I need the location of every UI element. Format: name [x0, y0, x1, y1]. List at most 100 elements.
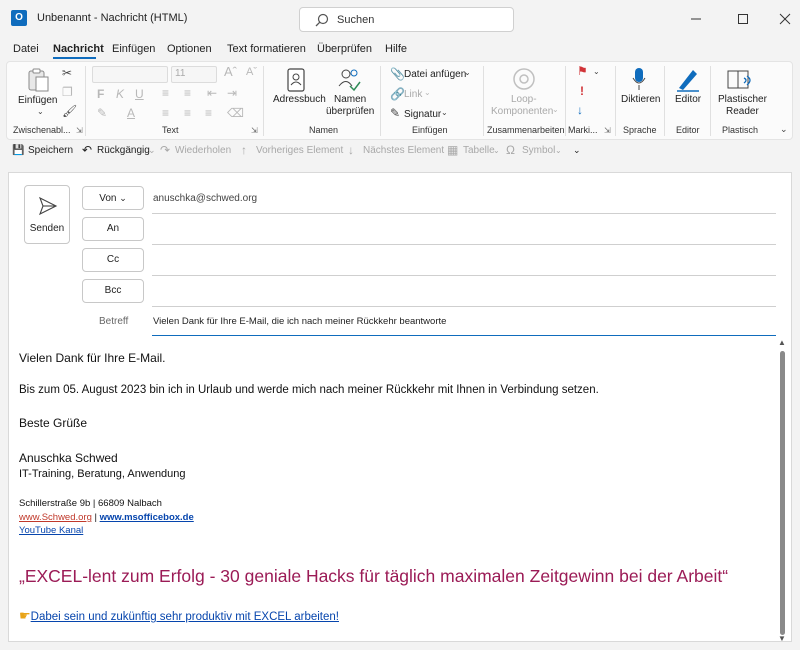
editor-button[interactable]: Editor [675, 94, 701, 106]
attach-dropdown-chevron-icon[interactable]: ⌄ [464, 68, 471, 77]
address-book-icon[interactable] [286, 67, 306, 93]
bcc-field[interactable] [152, 306, 776, 307]
previous-item-icon[interactable]: ↑ [241, 143, 247, 157]
link-button[interactable]: Link [404, 89, 422, 101]
from-button[interactable]: Von ⌄ [82, 186, 144, 210]
to-field[interactable] [152, 244, 776, 245]
promo-link[interactable]: Dabei sein und zukünftig sehr produktiv … [31, 611, 339, 623]
tab-nachricht[interactable]: Nachricht [53, 43, 104, 55]
redo-button[interactable]: Wiederholen [175, 145, 231, 156]
close-icon[interactable] [775, 9, 795, 29]
loop-label-2[interactable]: Komponenten [491, 106, 553, 118]
save-icon[interactable]: 💾 [12, 145, 24, 156]
shrink-font-icon[interactable]: Aˇ [246, 66, 257, 78]
bcc-button[interactable]: Bcc [82, 279, 144, 303]
table-icon[interactable]: ▦ [447, 143, 458, 157]
attach-file-button[interactable]: Datei anfügen [404, 69, 466, 81]
search-input[interactable]: Suchen [299, 7, 514, 32]
msofficebox-link[interactable]: www.msofficebox.de [100, 512, 194, 523]
signature-icon[interactable]: ✎ [390, 106, 400, 120]
underline-icon[interactable]: U [135, 87, 144, 101]
paste-dropdown-chevron-icon[interactable]: ⌄ [37, 107, 44, 116]
check-names-label-2[interactable]: überprüfen [326, 106, 374, 118]
body-line-vacation[interactable]: Bis zum 05. August 2023 bin ich in Urlau… [19, 384, 599, 396]
format-painter-icon[interactable]: 🖌 [62, 104, 77, 118]
minimize-icon[interactable] [686, 9, 706, 29]
previous-item-button[interactable]: Vorheriges Element [256, 145, 343, 156]
scroll-down-icon[interactable]: ▼ [778, 634, 786, 643]
immersive-reader-label-2[interactable]: Reader [726, 106, 759, 118]
numbering-icon[interactable]: ≡ [184, 86, 191, 100]
grow-font-icon[interactable]: Aˆ [224, 64, 237, 79]
decrease-indent-icon[interactable]: ⇤ [207, 86, 217, 100]
font-name-dropdown[interactable] [92, 66, 168, 83]
text-launcher-icon[interactable]: ⇲ [251, 126, 258, 135]
microphone-icon[interactable] [631, 66, 647, 92]
cut-icon[interactable]: ✂ [62, 66, 72, 80]
clipboard-launcher-icon[interactable]: ⇲ [76, 126, 83, 135]
flag-icon[interactable]: ⚑ [577, 64, 588, 78]
youtube-link[interactable]: YouTube Kanal [19, 525, 83, 536]
align-center-icon[interactable]: ≡ [184, 106, 191, 120]
to-button[interactable]: An [82, 217, 144, 241]
link-dropdown-chevron-icon[interactable]: ⌄ [424, 88, 431, 97]
clear-formatting-icon[interactable]: ⌫ [227, 106, 244, 120]
tab-optionen[interactable]: Optionen [167, 43, 212, 55]
bullets-icon[interactable]: ≡ [162, 86, 169, 100]
paperclip-icon[interactable]: 📎 [390, 67, 405, 81]
copy-icon[interactable]: ❐ [62, 85, 73, 99]
address-book-button[interactable]: Adressbuch [273, 94, 326, 106]
immersive-reader-icon[interactable] [726, 66, 754, 92]
website-link[interactable]: www.Schwed.org [19, 512, 92, 523]
maximize-icon[interactable] [733, 9, 753, 29]
tab-ueberpruefen[interactable]: Überprüfen [317, 43, 372, 55]
signature-tagline[interactable]: IT-Training, Beratung, Anwendung [19, 468, 186, 480]
tab-einfuegen[interactable]: Einfügen [112, 43, 155, 55]
next-item-icon[interactable]: ↓ [348, 143, 354, 157]
loop-icon[interactable] [512, 66, 536, 92]
symbol-dropdown-chevron-icon[interactable]: ⌄ [555, 146, 562, 155]
symbol-icon[interactable]: Ω [506, 143, 515, 157]
loop-dropdown-chevron-icon[interactable]: ⌄ [552, 105, 559, 114]
high-importance-icon[interactable]: ! [580, 84, 584, 98]
link-icon[interactable]: 🔗 [390, 87, 405, 101]
increase-indent-icon[interactable]: ⇥ [227, 86, 237, 100]
align-left-icon[interactable]: ≡ [162, 106, 169, 120]
next-item-button[interactable]: Nächstes Element [363, 145, 444, 156]
paste-button[interactable]: Einfügen [18, 95, 57, 107]
send-button[interactable]: Senden [24, 185, 70, 244]
mark-launcher-icon[interactable]: ⇲ [604, 126, 611, 135]
signature-address[interactable]: Schillerstraße 9b | 66809 Nalbach [19, 498, 162, 509]
signature-button[interactable]: Signatur [404, 109, 441, 121]
font-color-icon[interactable]: A [127, 106, 135, 120]
undo-dropdown-chevron-icon[interactable]: ⌄ [148, 145, 156, 156]
highlight-icon[interactable]: ✎ [97, 106, 107, 120]
flag-dropdown-chevron-icon[interactable]: ⌄ [593, 67, 600, 76]
undo-button[interactable]: Rückgängig [97, 145, 150, 156]
redo-icon[interactable]: ↷ [160, 143, 170, 157]
save-button[interactable]: Speichern [28, 145, 73, 156]
immersive-reader-label-1[interactable]: Plastischer [718, 94, 767, 106]
signature-name[interactable]: Anuschka Schwed [19, 451, 118, 465]
promo-headline[interactable]: „EXCEL-lent zum Erfolg - 30 geniale Hack… [19, 566, 728, 587]
tab-text-formatieren[interactable]: Text formatieren [227, 43, 306, 55]
cc-field[interactable] [152, 275, 776, 276]
symbol-button[interactable]: Symbol [522, 145, 555, 156]
collapse-ribbon-chevron-icon[interactable]: ⌄ [780, 124, 788, 135]
dictate-button[interactable]: Diktieren [621, 94, 660, 106]
subject-field[interactable]: Vielen Dank für Ihre E-Mail, die ich nac… [153, 316, 446, 327]
cc-button[interactable]: Cc [82, 248, 144, 272]
italic-icon[interactable]: K [116, 87, 124, 101]
bold-icon[interactable]: F [97, 87, 104, 101]
signature-dropdown-chevron-icon[interactable]: ⌄ [441, 108, 448, 117]
body-line-thanks[interactable]: Vielen Dank für Ihre E-Mail. [19, 351, 166, 365]
customize-qat-chevron-icon[interactable]: ⌄ [573, 145, 581, 156]
body-greeting[interactable]: Beste Grüße [19, 416, 87, 430]
paste-icon[interactable] [26, 67, 50, 93]
table-button[interactable]: Tabelle [463, 145, 495, 156]
check-names-icon[interactable] [337, 66, 361, 92]
scroll-up-icon[interactable]: ▲ [778, 338, 786, 347]
loop-label-1[interactable]: Loop- [511, 94, 537, 106]
table-dropdown-chevron-icon[interactable]: ⌄ [493, 146, 500, 155]
scrollbar-thumb[interactable] [780, 351, 785, 635]
